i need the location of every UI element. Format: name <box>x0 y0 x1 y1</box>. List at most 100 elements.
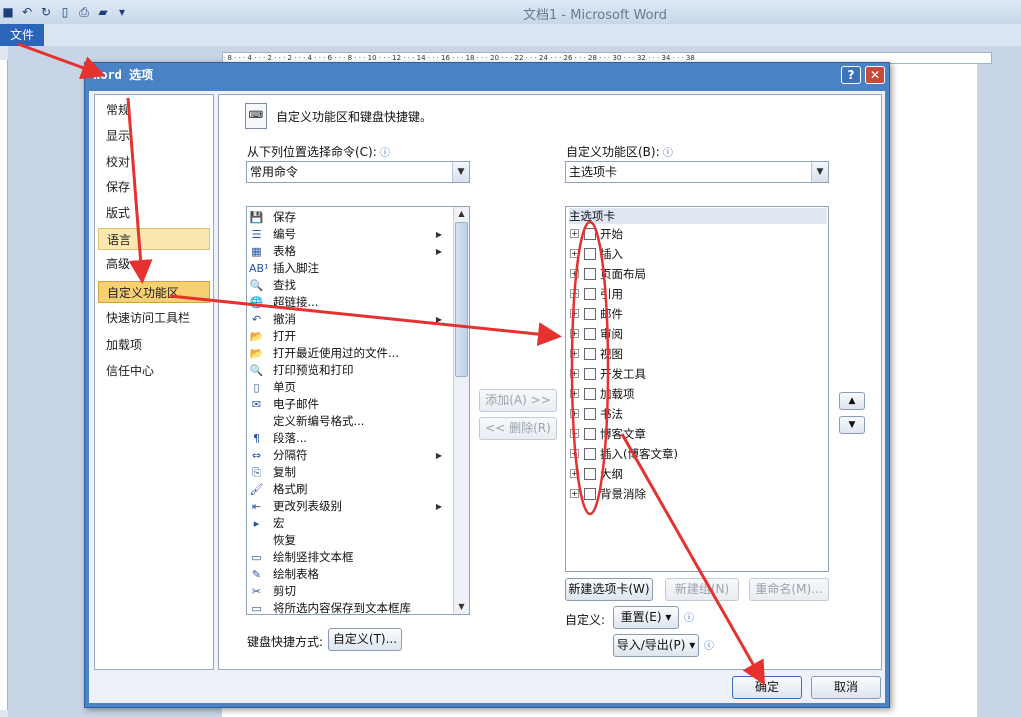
command-list-item[interactable]: ▸ 宏 <box>247 515 452 532</box>
expand-icon[interactable]: + <box>570 429 579 438</box>
keyboard-customize-button[interactable]: 自定义(T)... <box>328 628 402 651</box>
ribbon-tab-item[interactable]: + 开始 <box>570 225 820 243</box>
command-list-item[interactable]: 📂 打开最近使用过的文件... <box>247 345 452 362</box>
command-list-item[interactable]: ✎ 绘制表格 <box>247 566 452 583</box>
tab-checkbox[interactable] <box>584 428 596 440</box>
reset-button[interactable]: 重置(E) ▾ <box>613 606 679 629</box>
tab-checkbox[interactable] <box>584 388 596 400</box>
command-list-item[interactable]: 💾 保存 <box>247 209 452 226</box>
command-list-item[interactable]: ▭ 将所选内容保存到文本框库 <box>247 600 452 614</box>
chevron-down-icon[interactable]: ▼ <box>811 162 828 182</box>
ribbon-tab-item[interactable]: + 大纲 <box>570 465 820 483</box>
rename-button[interactable]: 重命名(M)... <box>749 578 829 601</box>
command-list-item[interactable]: ↶ 撤消 ▶ <box>247 311 452 328</box>
command-list-item[interactable]: ¶ 段落... <box>247 430 452 447</box>
nav-item-add-ins[interactable]: 加载项 <box>98 334 210 356</box>
command-list-item[interactable]: ☰ 编号 ▶ <box>247 226 452 243</box>
tab-checkbox[interactable] <box>584 328 596 340</box>
command-list-item[interactable]: 🌐 超链接... <box>247 294 452 311</box>
command-list-item[interactable]: 定义新编号格式... <box>247 413 452 430</box>
tab-checkbox[interactable] <box>584 288 596 300</box>
move-down-button[interactable]: ▼ <box>839 416 865 434</box>
nav-item-trust-center[interactable]: 信任中心 <box>98 360 210 382</box>
add-button[interactable]: 添加(A) >> <box>479 389 557 412</box>
expand-icon[interactable]: + <box>570 309 579 318</box>
command-list-item[interactable]: ▭ 绘制竖排文本框 <box>247 549 452 566</box>
cancel-button[interactable]: 取消 <box>811 676 881 699</box>
nav-item-language[interactable]: 语言 <box>98 228 210 250</box>
ribbon-tab-item[interactable]: + 引用 <box>570 285 820 303</box>
ribbon-tab-item[interactable]: + 审阅 <box>570 325 820 343</box>
expand-icon[interactable]: + <box>570 469 579 478</box>
nav-item-general[interactable]: 常规 <box>98 99 210 121</box>
import-export-button[interactable]: 导入/导出(P) ▾ <box>613 634 699 657</box>
command-list-item[interactable]: ▦ 表格 ▶ <box>247 243 452 260</box>
tab-checkbox[interactable] <box>584 488 596 500</box>
close-button[interactable]: ✕ <box>865 66 885 84</box>
command-list-item[interactable]: ⎘ 复制 <box>247 464 452 481</box>
ribbon-tab-item[interactable]: + 视图 <box>570 345 820 363</box>
nav-item-proofing[interactable]: 校对 <box>98 151 210 173</box>
ribbon-tab-item[interactable]: + 页面布局 <box>570 265 820 283</box>
remove-button[interactable]: << 删除(R) <box>479 417 557 440</box>
expand-icon[interactable]: + <box>570 249 579 258</box>
tab-checkbox[interactable] <box>584 228 596 240</box>
tab-checkbox[interactable] <box>584 248 596 260</box>
ribbon-tab-item[interactable]: + 开发工具 <box>570 365 820 383</box>
ribbon-tab-item[interactable]: + 插入 <box>570 245 820 263</box>
expand-icon[interactable]: + <box>570 269 579 278</box>
ribbon-tab-item[interactable]: + 邮件 <box>570 305 820 323</box>
expand-icon[interactable]: + <box>570 409 579 418</box>
command-list-item[interactable]: 🔍 打印预览和打印 <box>247 362 452 379</box>
command-list-item[interactable]: AB¹ 插入脚注 <box>247 260 452 277</box>
ribbon-tabs-tree[interactable]: 主选项卡 + 开始 + 插入 + 页面布局 + 引用 + 邮件 + 审阅 + 视图 + 开发工具 + 加载项 + 书法… <box>565 206 829 572</box>
choose-commands-combo[interactable]: 常用命令 ▼ <box>246 161 470 183</box>
move-up-button[interactable]: ▲ <box>839 392 865 410</box>
expand-icon[interactable]: + <box>570 449 579 458</box>
command-list-item[interactable]: ✉ 电子邮件 <box>247 396 452 413</box>
expand-icon[interactable]: + <box>570 349 579 358</box>
tab-checkbox[interactable] <box>584 368 596 380</box>
command-list-item[interactable]: ✂ 剪切 <box>247 583 452 600</box>
nav-item-layout[interactable]: 版式 <box>98 202 210 224</box>
scroll-thumb[interactable] <box>455 222 468 377</box>
expand-icon[interactable]: + <box>570 289 579 298</box>
expand-icon[interactable]: + <box>570 229 579 238</box>
customize-ribbon-combo[interactable]: 主选项卡 ▼ <box>565 161 829 183</box>
new-group-button[interactable]: 新建组(N) <box>665 578 739 601</box>
nav-item-save[interactable]: 保存 <box>98 176 210 198</box>
ok-button[interactable]: 确定 <box>732 676 802 699</box>
expand-icon[interactable]: + <box>570 489 579 498</box>
tab-checkbox[interactable] <box>584 448 596 460</box>
command-list-item[interactable]: 🖌 格式刷 <box>247 481 452 498</box>
commands-scrollbar[interactable]: ▲ ▼ <box>453 207 469 614</box>
expand-icon[interactable]: + <box>570 329 579 338</box>
command-list-item[interactable]: ▯ 单页 <box>247 379 452 396</box>
scroll-down-icon[interactable]: ▼ <box>454 600 469 614</box>
command-list-item[interactable]: 恢复 <box>247 532 452 549</box>
tab-checkbox[interactable] <box>584 348 596 360</box>
commands-list[interactable]: ▭ 将所选内容保存到文本框库 ✂ 剪切 ✎ 绘制表格 ▭ 绘制竖排文本框 恢复 ▸ 宏 ⇤ 更改列表级别… <box>246 206 470 615</box>
nav-item-advanced[interactable]: 高级 <box>98 253 210 275</box>
nav-item-display[interactable]: 显示 <box>98 125 210 147</box>
new-tab-button[interactable]: 新建选项卡(W) <box>565 578 653 601</box>
nav-item-customize-ribbon[interactable]: 自定义功能区 <box>98 281 210 303</box>
expand-icon[interactable]: + <box>570 369 579 378</box>
file-tab[interactable]: 文件 <box>0 24 44 46</box>
tree-root-main-tabs[interactable]: 主选项卡 <box>569 208 827 224</box>
command-list-item[interactable]: 📂 打开 <box>247 328 452 345</box>
command-list-item[interactable]: ⇔ 分隔符 ▶ <box>247 447 452 464</box>
ribbon-tab-item[interactable]: + 加载项 <box>570 385 820 403</box>
tab-checkbox[interactable] <box>584 268 596 280</box>
expand-icon[interactable]: + <box>570 389 579 398</box>
nav-item-quick-access-toolbar[interactable]: 快速访问工具栏 <box>98 307 210 329</box>
help-button[interactable]: ? <box>841 66 861 84</box>
ribbon-tab-item[interactable]: + 背景消除 <box>570 485 820 503</box>
tab-checkbox[interactable] <box>584 408 596 420</box>
tab-checkbox[interactable] <box>584 308 596 320</box>
ribbon-tab-item[interactable]: + 书法 <box>570 405 820 423</box>
chevron-down-icon[interactable]: ▼ <box>452 162 469 182</box>
tab-checkbox[interactable] <box>584 468 596 480</box>
command-list-item[interactable]: 🔍 查找 <box>247 277 452 294</box>
ribbon-tab-item[interactable]: + 博客文章 <box>570 425 820 443</box>
